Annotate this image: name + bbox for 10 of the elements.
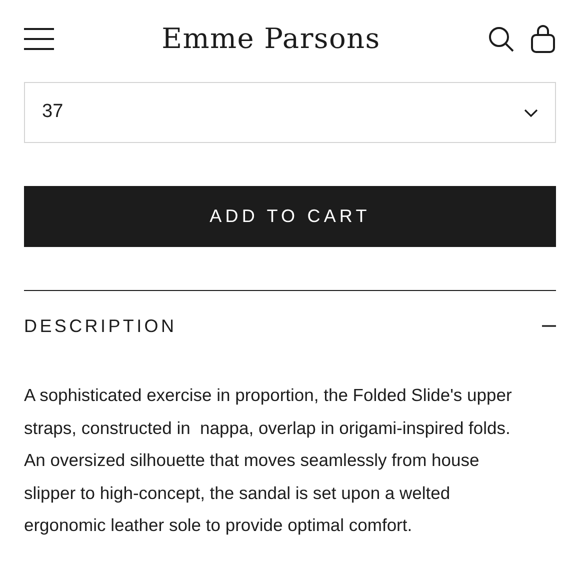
search-icon[interactable] xyxy=(488,26,514,52)
add-to-cart-button[interactable]: ADD TO CART xyxy=(24,186,556,247)
logo[interactable]: Emme Parsons xyxy=(162,18,380,60)
menu-icon[interactable] xyxy=(24,28,54,50)
minus-icon xyxy=(542,325,556,327)
description-text: A sophisticated exercise in proportion, the Folded Slide's upper straps, constructed in nappa, overlap in origami-inspired folds. An oversized silhouette that moves seamlessly from house slipper to high-concept, the sandal is set upon a welted ergonomic leather sole to provide optimal comfort. xyxy=(24,384,513,537)
chevron-down-icon xyxy=(524,108,538,116)
size-select[interactable]: 37 xyxy=(24,82,556,143)
shopping-bag-icon[interactable] xyxy=(530,25,556,53)
description-header[interactable]: DESCRIPTION xyxy=(24,291,556,361)
